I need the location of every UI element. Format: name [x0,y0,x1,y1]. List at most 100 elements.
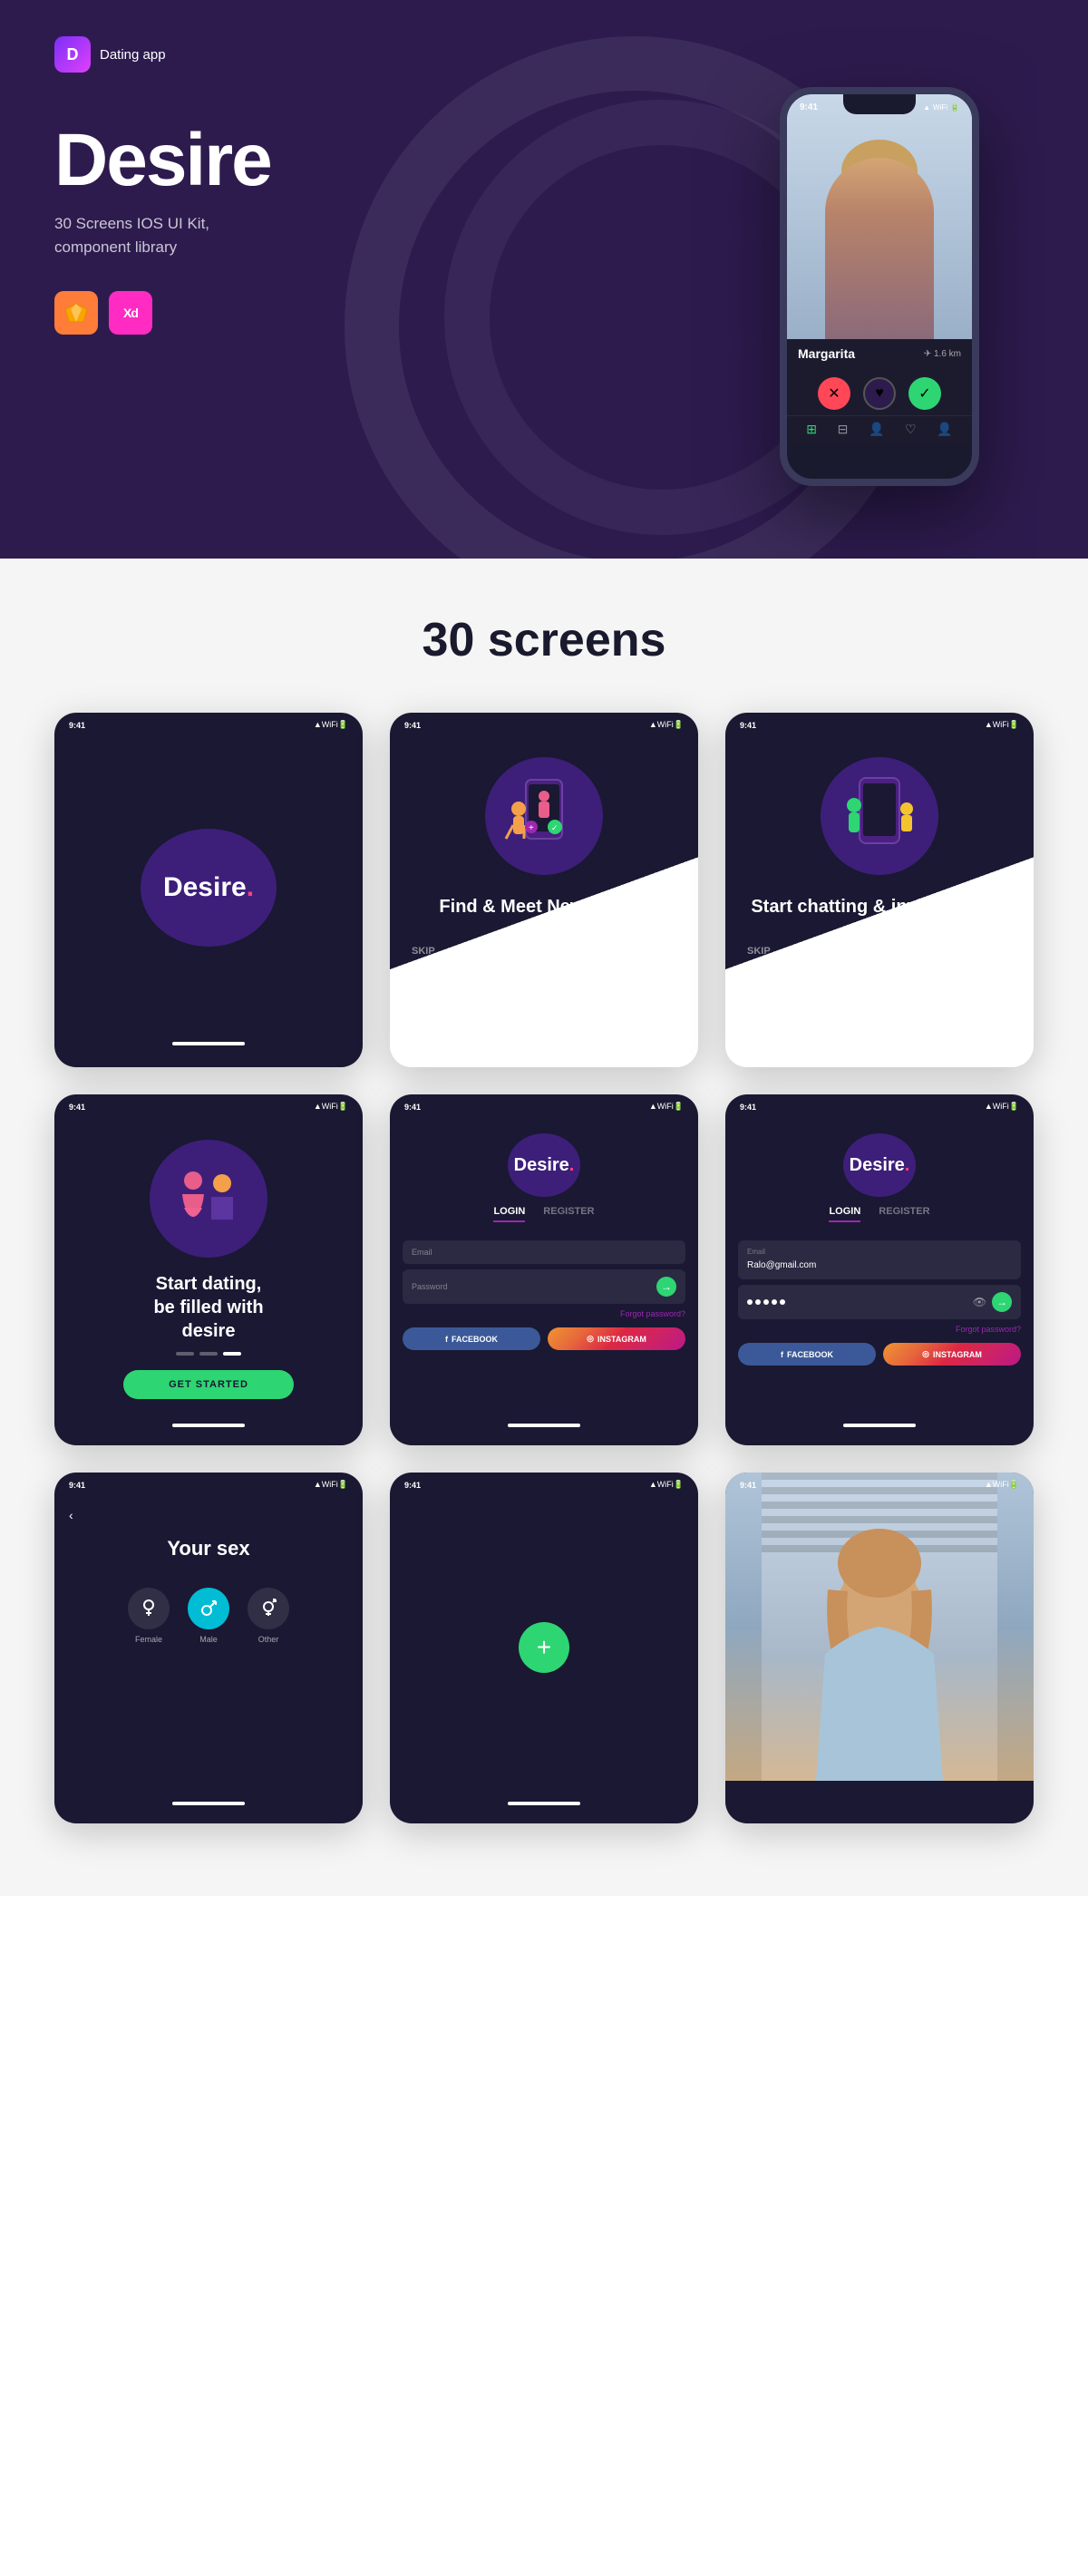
onboard1-dots [523,931,565,935]
home-indicator-7 [172,1802,245,1805]
onboard1-illustration: ✓ + [485,757,603,875]
status-icons: ▲ WiFi 🔋 [923,103,959,112]
onboard2-text: Start chatting & invite to meet [751,895,1007,919]
home-indicator-4 [172,1424,245,1427]
onboard2-nav[interactable]: SKIP NEXT [740,940,1019,957]
password-field[interactable]: Password → [403,1269,685,1304]
login-fields: Email Password → [390,1240,698,1309]
dot-1 [523,931,541,935]
mini-status-5: 9:41 ▲WiFi🔋 [390,1094,698,1115]
onboard2-illustration [821,757,938,875]
start-dating-dots [176,1352,241,1356]
nav-profile-icon[interactable]: 👤 [937,422,952,437]
nav-people-icon[interactable]: 👤 [869,422,884,437]
email-filled-field[interactable]: Email Ralo@gmail.com [738,1240,1021,1279]
login-filled-fields: Email Ralo@gmail.com 👁 [725,1240,1034,1325]
login-tab[interactable]: LOGIN [493,1206,525,1222]
accept-button[interactable]: ✓ [908,377,941,410]
password-submit[interactable]: → [656,1277,676,1297]
register-tab-2[interactable]: REGISTER [879,1206,929,1222]
hero-content: Desire 30 Screens IOS UI Kit, component … [54,105,1034,504]
screen-plus: 9:41 ▲WiFi🔋 + [390,1473,698,1823]
email-field[interactable]: Email [403,1240,685,1264]
mini-status-2: 9:41 ▲WiFi🔋 [390,713,698,734]
facebook-login-button-2[interactable]: f FACEBOOK [738,1343,876,1366]
onboard1-nav[interactable]: SKIP NEXT [404,940,684,957]
tool-badges: Xd [54,291,834,335]
screens-section: 30 screens 9:41 ▲WiFi🔋 Desire. [0,559,1088,1896]
register-tab[interactable]: REGISTER [543,1206,594,1222]
forgot-password-link[interactable]: Forgot password? [390,1309,698,1318]
instagram-login-button-2[interactable]: ◎ INSTAGRAM [883,1343,1021,1366]
screens-row1: 9:41 ▲WiFi🔋 Desire. 9:41 ▲WiFi🔋 [54,713,1034,1067]
sex-options: Female Male Other [69,1588,348,1644]
hero-section: D Dating app Desire 30 Screens IOS UI Ki… [0,0,1088,559]
app-name-label: Dating app [100,47,166,63]
social-login-buttons-2: f FACEBOOK ◎ INSTAGRAM [725,1343,1034,1378]
male-icon[interactable] [188,1588,229,1629]
nav-heart-icon[interactable]: ♡ [905,422,917,437]
home-indicator-6 [843,1424,916,1427]
login-empty-content: Desire. LOGIN REGISTER Email Password → [390,1115,698,1424]
home-indicator-2 [508,1042,580,1045]
dot-2b [882,931,900,935]
other-icon[interactable] [248,1588,289,1629]
login-tabs: LOGIN REGISTER [404,1206,684,1222]
profile-distance: ✈ 1.6 km [924,349,961,359]
skip-button-1[interactable]: SKIP [412,946,435,957]
instagram-login-button[interactable]: ◎ INSTAGRAM [548,1327,685,1350]
start-dating-illustration [150,1140,267,1258]
social-login-buttons: f FACEBOOK ◎ INSTAGRAM [390,1327,698,1363]
next-button-1[interactable]: NEXT [650,946,676,957]
sex-other[interactable]: Other [248,1588,289,1644]
forgot-password-link-2[interactable]: Forgot password? [725,1325,1034,1334]
like-button[interactable]: ♥ [863,377,896,410]
phone-actions: ✕ ♥ ✓ [787,368,972,415]
hero-title: Desire [54,123,834,198]
facebook-login-button[interactable]: f FACEBOOK [403,1327,540,1350]
get-started-button[interactable]: GET STARTED [123,1370,294,1399]
screen-login-empty: 9:41 ▲WiFi🔋 Desire. LOGIN REGISTER [390,1094,698,1445]
splash-logo-circle: Desire. [141,829,277,947]
sex-male[interactable]: Male [188,1588,229,1644]
hero-left: Desire 30 Screens IOS UI Kit, component … [54,105,834,335]
sex-female[interactable]: Female [128,1588,170,1644]
home-indicator-8 [508,1802,580,1805]
profile-name: Margarita [798,346,855,361]
onboard1-content: ✓ + Find & Meet New People SKIP NEXT [390,734,698,1042]
mini-status-8: 9:41 ▲WiFi🔋 [390,1473,698,1493]
nav-cards-icon[interactable]: ⊞ [806,422,817,437]
screens-title: 30 screens [54,613,1034,667]
phone-notch [843,94,916,114]
screen-login-filled: 9:41 ▲WiFi🔋 Desire. LOGIN REGISTER [725,1094,1034,1445]
female-icon[interactable] [128,1588,170,1629]
home-indicator-3 [843,1042,916,1045]
photo-screen-content [725,1473,1034,1781]
mini-status-6: 9:41 ▲WiFi🔋 [725,1094,1034,1115]
toggle-password-icon[interactable]: 👁 [973,1296,986,1308]
onboard2-dots [859,931,900,935]
password-filled-submit[interactable]: → [992,1292,1012,1312]
screen-sex-select: 9:41 ▲WiFi🔋 ‹ Your sex Female [54,1473,363,1823]
back-button[interactable]: ‹ [69,1508,348,1522]
profile-section: Margarita ✈ 1.6 km [787,339,972,368]
top-bar: D Dating app [54,36,1034,73]
mini-status-4: 9:41 ▲WiFi🔋 [54,1094,363,1115]
hero-phone: 9:41 ▲ WiFi 🔋 [780,87,979,486]
phone-nav: ⊞ ⊟ 👤 ♡ 👤 [787,415,972,442]
screen-profile-photo: 9:41 ▲WiFi🔋 [725,1473,1034,1823]
password-filled-field[interactable]: 👁 → [738,1285,1021,1319]
skip-button-2[interactable]: SKIP [747,946,771,957]
nav-grid-icon[interactable]: ⊟ [838,422,849,437]
reject-button[interactable]: ✕ [818,377,850,410]
splash-logo-text: Desire. [163,872,254,903]
plus-button[interactable]: + [519,1622,569,1673]
splash-content: Desire. [54,734,363,1042]
hero-subtitle: 30 Screens IOS UI Kit, component library [54,212,834,258]
password-dots [747,1299,785,1305]
next-button-2[interactable]: NEXT [986,946,1012,957]
app-icon: D [54,36,91,73]
phone-frame: 9:41 ▲ WiFi 🔋 [780,87,979,486]
login-filled-tabs: LOGIN REGISTER [740,1206,1019,1222]
login-tab-2[interactable]: LOGIN [829,1206,860,1222]
